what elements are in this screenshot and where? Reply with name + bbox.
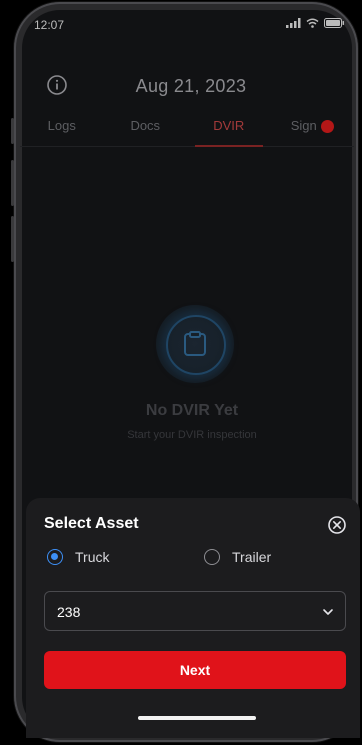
volume-down-button [11,216,14,262]
battery-icon [324,18,344,28]
radio-trailer[interactable] [204,549,220,565]
notification-badge [320,120,334,134]
volume-up-button [11,160,14,206]
home-indicator [138,716,256,720]
tab-logs-label: Logs [47,118,76,133]
signal-icon [286,18,301,28]
radio-truck-label: Truck [75,549,110,565]
tab-docs[interactable]: Docs [104,108,188,146]
tab-bar: Logs Docs DVIR Sign [20,108,354,147]
tab-sign-label: Sign [290,118,317,133]
tab-docs-label: Docs [130,118,161,133]
close-icon[interactable] [327,515,347,535]
tab-sign[interactable]: Sign [271,108,355,146]
asset-select[interactable]: 238 [44,591,346,631]
status-icons [286,18,344,28]
tab-dvir-label: DVIR [213,118,245,133]
wifi-icon [306,18,319,28]
empty-state-icon-wrap [156,305,234,383]
asset-select-value: 238 [57,604,81,620]
radio-truck[interactable] [47,549,63,565]
radio-option-trailer[interactable]: Trailer [204,549,271,565]
empty-state-title: No DVIR Yet [145,402,239,419]
clipboard-icon [184,331,206,356]
status-time: 12:07 [34,18,65,32]
radio-trailer-label: Trailer [232,549,272,565]
empty-state-subtitle: Start your DVIR inspection [127,429,257,441]
radio-option-truck[interactable]: Truck [47,549,109,565]
chevron-down-icon [323,609,333,615]
silent-switch [11,118,14,144]
tab-logs[interactable]: Logs [20,108,104,146]
sheet-title: Select Asset [44,515,139,532]
tab-dvir[interactable]: DVIR [187,108,271,147]
next-button[interactable]: Next [44,651,346,689]
page-title: Aug 21, 2023 [135,76,247,96]
